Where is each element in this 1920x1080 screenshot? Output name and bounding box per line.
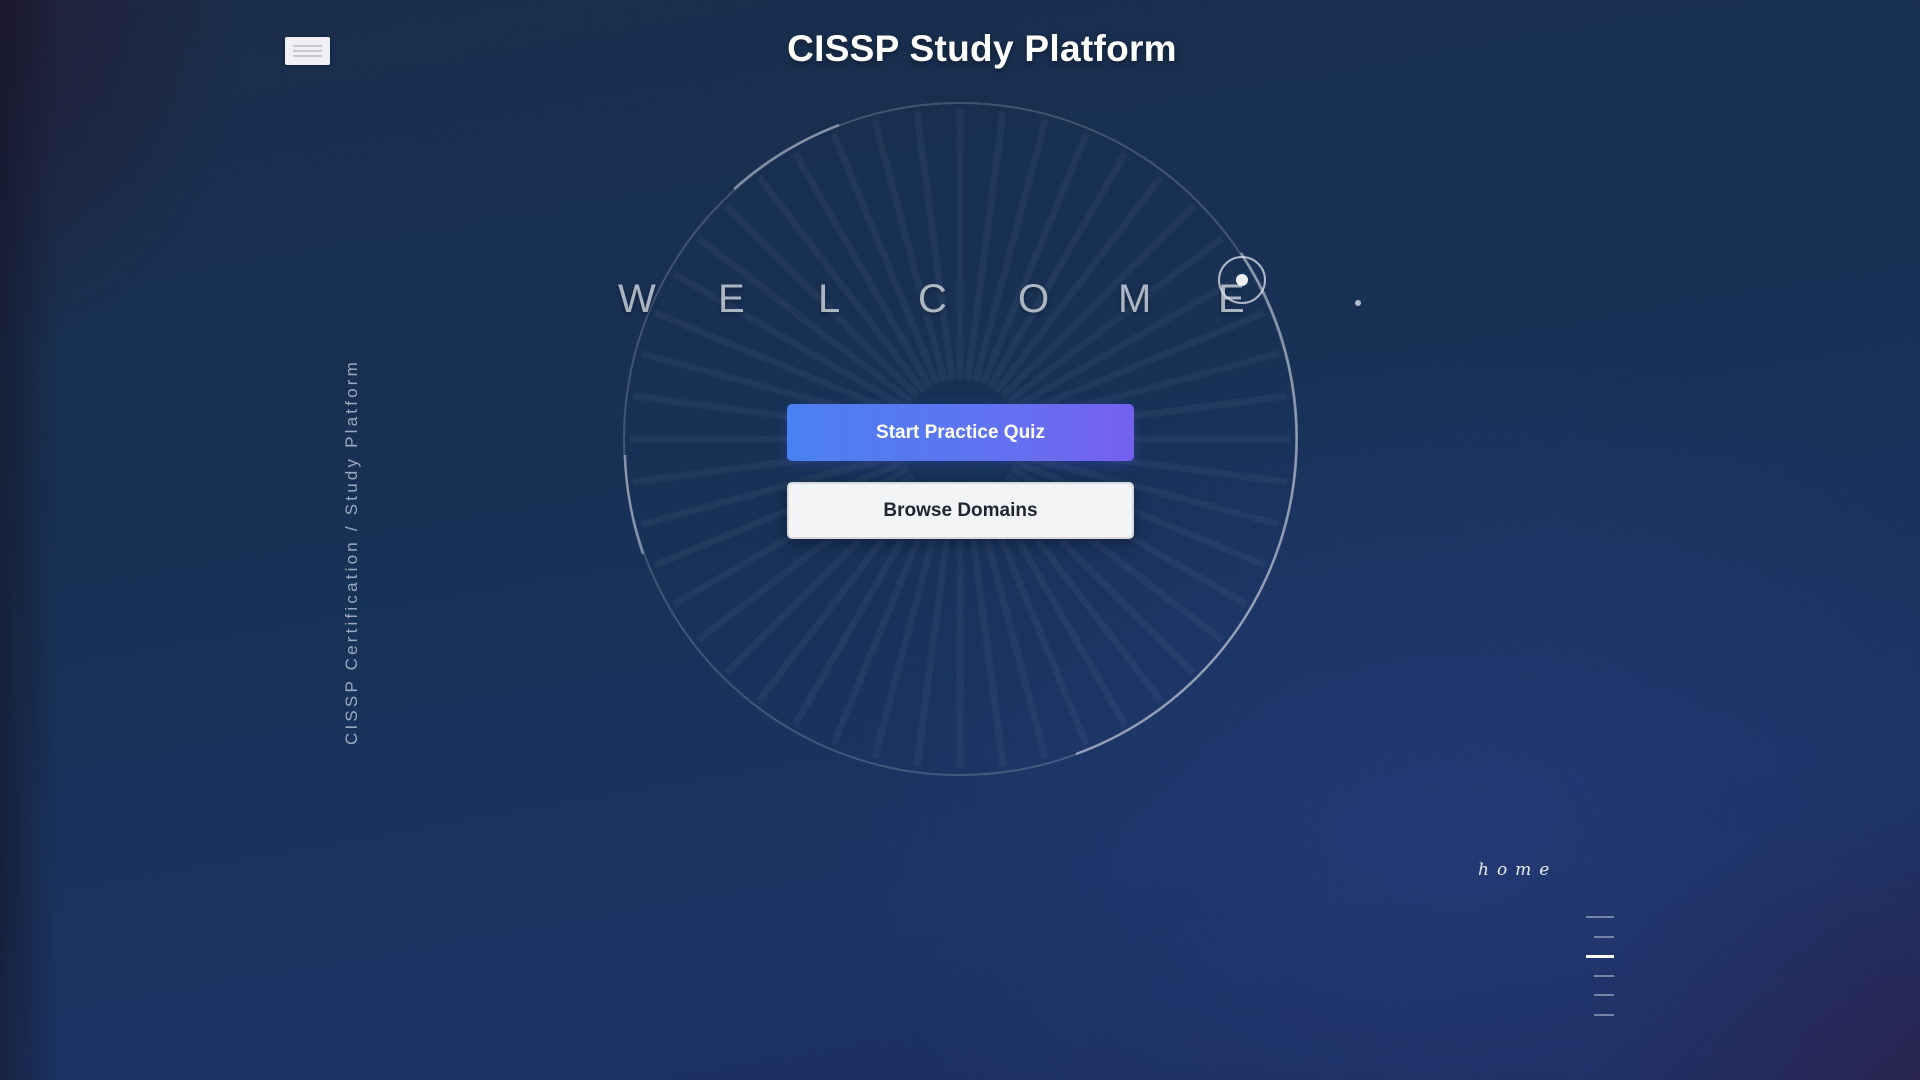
welcome-letter: E (718, 277, 745, 321)
left-edge-shade (0, 0, 60, 1080)
welcome-letter: W (618, 277, 656, 321)
browse-domains-button[interactable]: Browse Domains (787, 482, 1134, 539)
section-nav-tick[interactable] (1586, 955, 1614, 958)
start-practice-quiz-button[interactable]: Start Practice Quiz (787, 404, 1134, 461)
welcome-text: W E L C O M E (618, 277, 1318, 322)
welcome-dot (1355, 300, 1361, 306)
section-nav-tick[interactable] (1586, 916, 1614, 918)
section-nav-tick[interactable] (1594, 935, 1614, 938)
vertical-caption: CISSP Certification / Study Platform (342, 358, 361, 746)
dial-arc-highlight (733, 123, 840, 190)
current-section-label: home (1478, 860, 1558, 880)
welcome-letter: O (1018, 277, 1050, 321)
welcome-letter: M (1118, 277, 1152, 321)
section-navigation (1586, 916, 1614, 1016)
page-title: CISSP Study Platform (787, 28, 1177, 69)
section-nav-tick[interactable] (1594, 974, 1614, 977)
section-nav-tick[interactable] (1594, 1013, 1614, 1016)
welcome-letter: C (918, 277, 947, 321)
welcome-letter: L (818, 277, 841, 321)
cursor-dot (1236, 274, 1248, 286)
section-nav-tick[interactable] (1594, 994, 1614, 996)
